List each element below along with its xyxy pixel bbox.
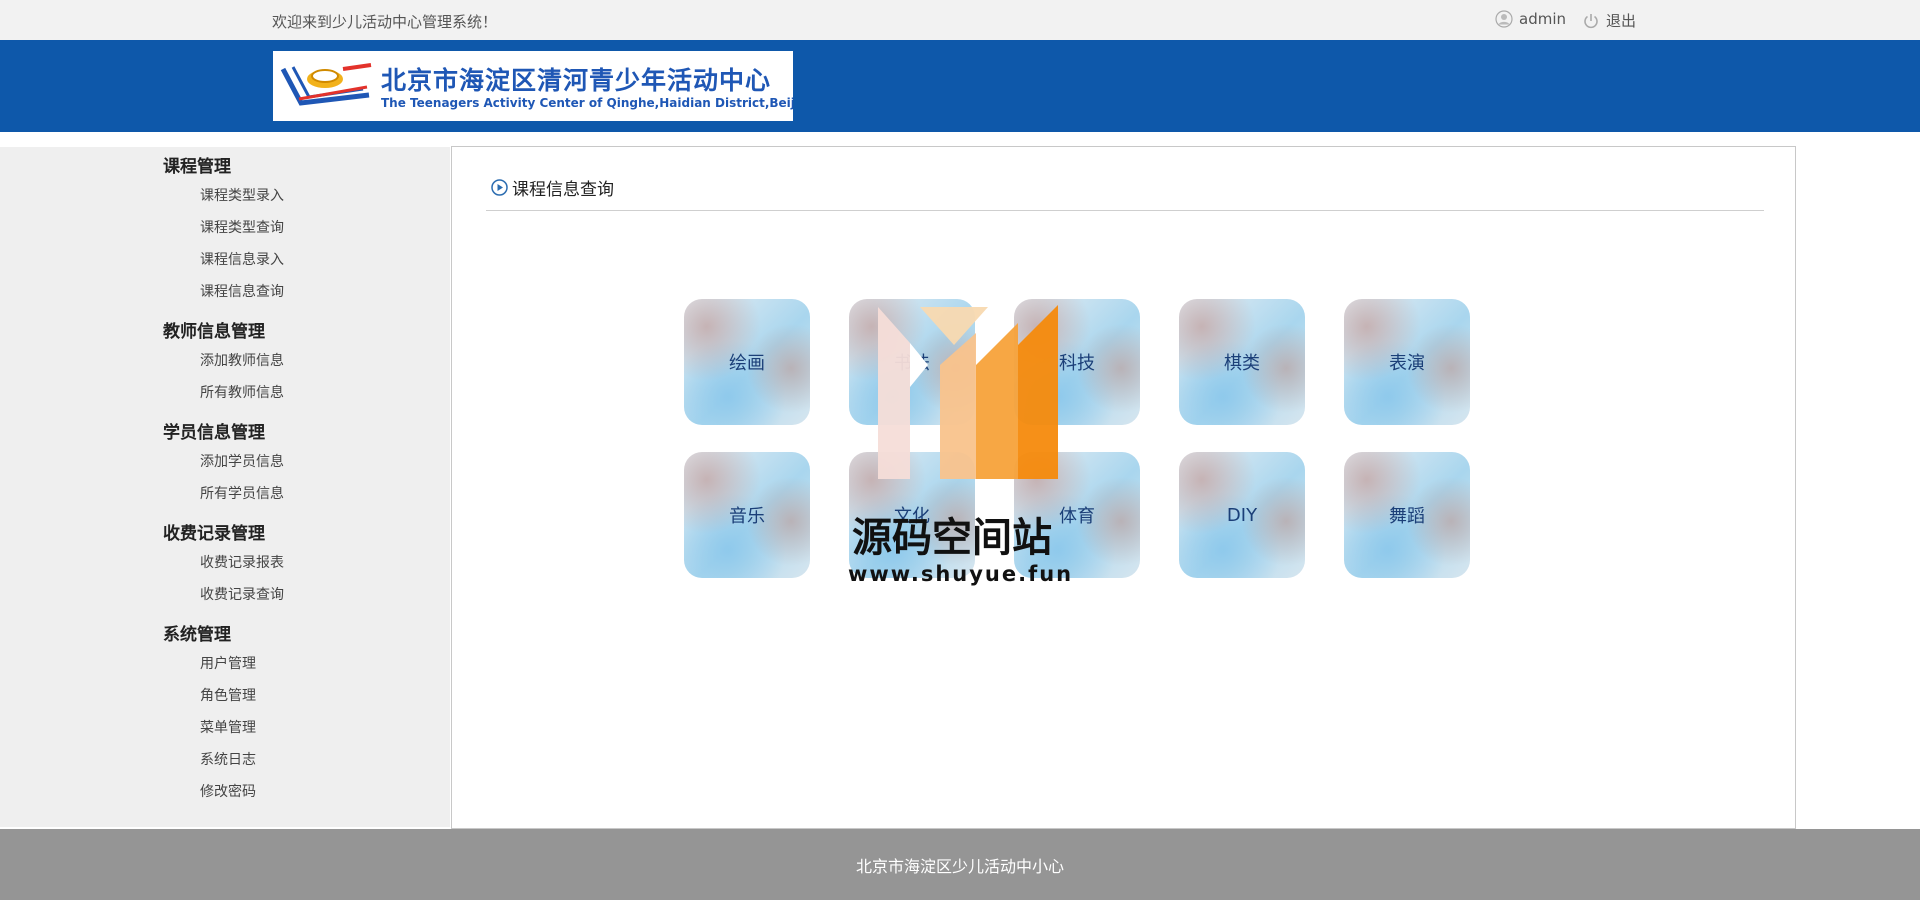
sidebar-item-teacher-add[interactable]: 添加教师信息	[200, 350, 284, 370]
logout-button[interactable]: 退出	[1582, 10, 1636, 31]
sidebar-item-fee-query[interactable]: 收费记录查询	[200, 584, 284, 604]
sidebar-item-roles[interactable]: 角色管理	[200, 685, 256, 705]
category-tile-diy[interactable]: DIY	[1179, 452, 1305, 578]
user-account[interactable]: admin	[1495, 10, 1566, 28]
user-icon	[1495, 10, 1513, 28]
logo-subtitle: The Teenagers Activity Center of Qinghe,…	[381, 96, 793, 110]
sidebar-item-course-info-query[interactable]: 课程信息查询	[200, 281, 284, 301]
username-label: admin	[1519, 10, 1566, 28]
category-tile-chess[interactable]: 棋类	[1179, 299, 1305, 425]
sidebar-group-system[interactable]: 系统管理	[163, 620, 231, 645]
sidebar-item-change-password[interactable]: 修改密码	[200, 781, 256, 801]
panel-title-text: 课程信息查询	[512, 180, 614, 200]
title-divider	[486, 210, 1764, 211]
sidebar-item-logs[interactable]: 系统日志	[200, 749, 256, 769]
circle-play-icon	[491, 179, 508, 196]
category-tile-music[interactable]: 音乐	[684, 452, 810, 578]
sidebar-item-teacher-all[interactable]: 所有教师信息	[200, 382, 284, 402]
sidebar-item-users[interactable]: 用户管理	[200, 653, 256, 673]
category-tile-dance[interactable]: 舞蹈	[1344, 452, 1470, 578]
logo-emblem-icon	[280, 63, 372, 106]
sidebar-item-course-info-add[interactable]: 课程信息录入	[200, 249, 284, 269]
sidebar-item-student-add[interactable]: 添加学员信息	[200, 451, 284, 471]
sidebar-item-student-all[interactable]: 所有学员信息	[200, 483, 284, 503]
category-tile-technology[interactable]: 科技	[1014, 299, 1140, 425]
header-banner: 北京市海淀区清河青少年活动中心 The Teenagers Activity C…	[0, 40, 1920, 132]
sidebar-group-fees[interactable]: 收费记录管理	[163, 519, 265, 544]
sidebar-item-course-type-add[interactable]: 课程类型录入	[200, 185, 284, 205]
footer-text: 北京市海淀区少儿活动中小心	[855, 856, 1064, 876]
category-tile-culture[interactable]: 文化	[849, 452, 975, 578]
footer: 北京市海淀区少儿活动中小心	[0, 829, 1920, 900]
power-icon	[1584, 13, 1598, 28]
sidebar-group-course[interactable]: 课程管理	[163, 152, 231, 177]
category-tile-performance[interactable]: 表演	[1344, 299, 1470, 425]
panel-title: 课程信息查询	[491, 175, 614, 200]
top-bar: 欢迎来到少儿活动中心管理系统！ admin 退出	[0, 0, 1920, 41]
welcome-text: 欢迎来到少儿活动中心管理系统！	[272, 13, 498, 31]
sidebar-menu: 课程管理 课程类型录入 课程类型查询 课程信息录入 课程信息查询 教师信息管理 …	[0, 147, 450, 827]
site-logo[interactable]: 北京市海淀区清河青少年活动中心 The Teenagers Activity C…	[273, 51, 793, 121]
main-panel: 课程信息查询 绘画 书法 科技 棋类 表演 音乐 文化 体育 DIY 舞蹈	[451, 146, 1796, 829]
sidebar-item-course-type-query[interactable]: 课程类型查询	[200, 217, 284, 237]
sidebar-item-menus[interactable]: 菜单管理	[200, 717, 256, 737]
sidebar-group-teacher[interactable]: 教师信息管理	[163, 317, 265, 342]
logout-label: 退出	[1606, 12, 1637, 30]
category-tile-painting[interactable]: 绘画	[684, 299, 810, 425]
category-tile-sports[interactable]: 体育	[1014, 452, 1140, 578]
sidebar-item-fee-report[interactable]: 收费记录报表	[200, 552, 284, 572]
sidebar-group-student[interactable]: 学员信息管理	[163, 418, 265, 443]
category-tile-calligraphy[interactable]: 书法	[849, 299, 975, 425]
logo-title: 北京市海淀区清河青少年活动中心	[381, 66, 772, 95]
